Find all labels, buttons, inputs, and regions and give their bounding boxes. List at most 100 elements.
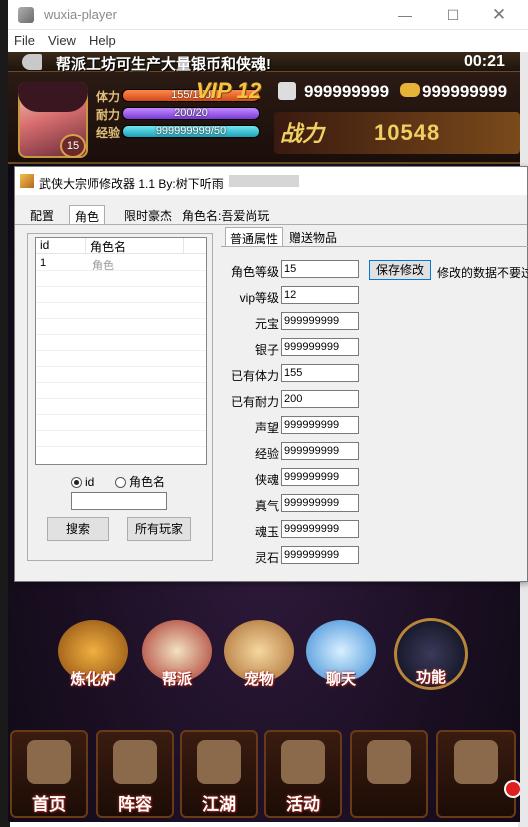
endurance-label: 耐力 xyxy=(96,108,121,122)
field-xiahun[interactable]: 999999999 xyxy=(281,468,359,486)
silver-coin-icon xyxy=(278,82,296,100)
radio-role-name[interactable] xyxy=(115,477,127,489)
field-label-spirit-stone: 灵石 xyxy=(254,551,279,565)
field-yuanbao[interactable]: 999999999 xyxy=(281,312,359,330)
exp-label: 经验 xyxy=(96,126,121,140)
editor-title: 武侠大宗师修改器 1.1 By:树下听雨 xyxy=(39,177,224,191)
gridline xyxy=(36,286,206,287)
field-label-endurance: 已有耐力 xyxy=(230,395,279,409)
editor-app-icon xyxy=(20,174,34,188)
window-titlebar[interactable]: wuxia-player — ☐ ✕ xyxy=(8,0,528,30)
tab-role[interactable]: 角色 xyxy=(69,205,106,225)
level-badge: 15 xyxy=(60,134,86,158)
chat-button-label[interactable]: 聊天 xyxy=(306,668,376,689)
home-icon xyxy=(27,740,71,784)
dock-jianghu-label: 江湖 xyxy=(202,795,236,814)
field-silver[interactable]: 999999999 xyxy=(281,338,359,356)
field-zhenqi[interactable]: 999999999 xyxy=(281,494,359,512)
scroll-icon xyxy=(367,740,411,784)
search-mode-radios: id 角色名 xyxy=(71,473,165,490)
gridline xyxy=(36,382,206,383)
search-button[interactable]: 搜索 xyxy=(47,517,109,541)
field-vip-level[interactable]: 12 xyxy=(281,286,359,304)
tab-gift-items[interactable]: 赠送物品 xyxy=(285,227,341,247)
avatar-hair xyxy=(18,82,88,112)
screen: wuxia-player — ☐ ✕ File View Help 帮派工坊可生… xyxy=(0,0,528,827)
field-role-level[interactable]: 15 xyxy=(281,260,359,278)
hp-label: 体力 xyxy=(96,90,121,104)
dock-formation-label: 阵容 xyxy=(118,795,152,814)
menu-bar: File View Help xyxy=(8,30,528,52)
pet-button-label[interactable]: 宠物 xyxy=(224,668,294,689)
gold-amount: 999999999 xyxy=(422,82,508,101)
gridline xyxy=(36,270,206,271)
tab-config[interactable]: 配置 xyxy=(25,205,59,225)
row-1-id[interactable]: 1 xyxy=(40,257,46,269)
gold-ingot-icon xyxy=(400,83,420,97)
swords-icon xyxy=(197,740,241,784)
chest-icon xyxy=(454,740,498,784)
menu-help[interactable]: Help xyxy=(89,33,116,48)
gridline xyxy=(36,302,206,303)
field-soul-jade[interactable]: 999999999 xyxy=(281,520,359,538)
notification-dot xyxy=(504,780,520,798)
field-prestige[interactable]: 999999999 xyxy=(281,416,359,434)
minimize-icon[interactable]: — xyxy=(388,4,422,26)
gridline xyxy=(36,446,206,447)
function-button-label[interactable]: 功能 xyxy=(396,666,466,687)
announcement-text: 帮派工坊可生产大量银币和侠魂! xyxy=(56,56,271,73)
col-role-name[interactable]: 角色名 xyxy=(86,238,184,254)
save-hint-text: 修改的数据不要过 xyxy=(437,266,528,280)
close-icon[interactable]: ✕ xyxy=(482,4,516,26)
gridline xyxy=(36,430,206,431)
gridline xyxy=(36,414,206,415)
editor-titlebar[interactable]: 武侠大宗师修改器 1.1 By:树下听雨 xyxy=(15,167,527,195)
dock-activity-label: 活动 xyxy=(286,795,320,814)
guild-button-label[interactable]: 帮派 xyxy=(142,668,212,689)
furnace-button-label[interactable]: 炼化炉 xyxy=(58,668,128,689)
endurance-text: 200/20 xyxy=(174,107,208,119)
save-button[interactable]: 保存修改 xyxy=(369,260,431,280)
window-title: wuxia-player xyxy=(44,7,117,22)
speaker-icon xyxy=(22,54,42,70)
radio-id-label[interactable]: id xyxy=(85,475,94,489)
dock-home-label: 首页 xyxy=(32,795,66,814)
app-icon xyxy=(18,7,34,23)
menu-file[interactable]: File xyxy=(14,33,35,48)
menu-view[interactable]: View xyxy=(48,33,76,48)
field-label-prestige: 声望 xyxy=(254,421,279,435)
maximize-icon[interactable]: ☐ xyxy=(436,4,470,26)
search-input[interactable] xyxy=(71,492,167,510)
radio-id[interactable] xyxy=(71,477,82,489)
field-spirit-stone[interactable]: 999999999 xyxy=(281,546,359,564)
redacted-text xyxy=(229,175,299,187)
field-endurance[interactable]: 200 xyxy=(281,390,359,408)
field-label-yuanbao: 元宝 xyxy=(254,317,279,331)
gridline xyxy=(36,318,206,319)
tab-limited-hero[interactable]: 限时豪杰 xyxy=(119,205,177,225)
role-list-header: id 角色名 xyxy=(36,238,206,254)
field-label-zhenqi: 真气 xyxy=(254,499,279,513)
field-label-xiahun: 侠魂 xyxy=(254,473,279,487)
radio-role-name-label[interactable]: 角色名 xyxy=(129,475,165,489)
role-list[interactable]: id 角色名 1 角色 xyxy=(35,237,207,465)
gridline xyxy=(36,366,206,367)
vip-level[interactable]: VIP 12 xyxy=(196,78,261,104)
announcement-bar: 帮派工坊可生产大量银币和侠魂! 00:21 xyxy=(8,52,520,73)
field-label-silver: 银子 xyxy=(254,343,279,357)
combat-power-label: 战力 xyxy=(280,121,325,146)
tab-basic-attributes[interactable]: 普通属性 xyxy=(225,227,284,247)
gridline xyxy=(36,398,206,399)
editor-window: 武侠大宗师修改器 1.1 By:树下听雨 配置 角色 限时豪杰 角色名:吾爱尚玩… xyxy=(14,166,528,582)
right-tab-separator xyxy=(221,246,528,247)
field-experience[interactable]: 999999999 xyxy=(281,442,359,460)
combat-power-value: 10548 xyxy=(374,120,441,145)
field-label-experience: 经验 xyxy=(254,447,279,461)
tab-separator xyxy=(15,224,527,225)
col-id[interactable]: id xyxy=(36,238,86,254)
gridline xyxy=(36,350,206,351)
tab-role-name[interactable]: 角色名:吾爱尚玩 xyxy=(177,205,274,225)
player-status-panel: 15 体力 155/150 耐力 200/20 经验 999999999/50 … xyxy=(8,72,520,164)
field-stamina[interactable]: 155 xyxy=(281,364,359,382)
all-players-button[interactable]: 所有玩家 xyxy=(127,517,191,541)
